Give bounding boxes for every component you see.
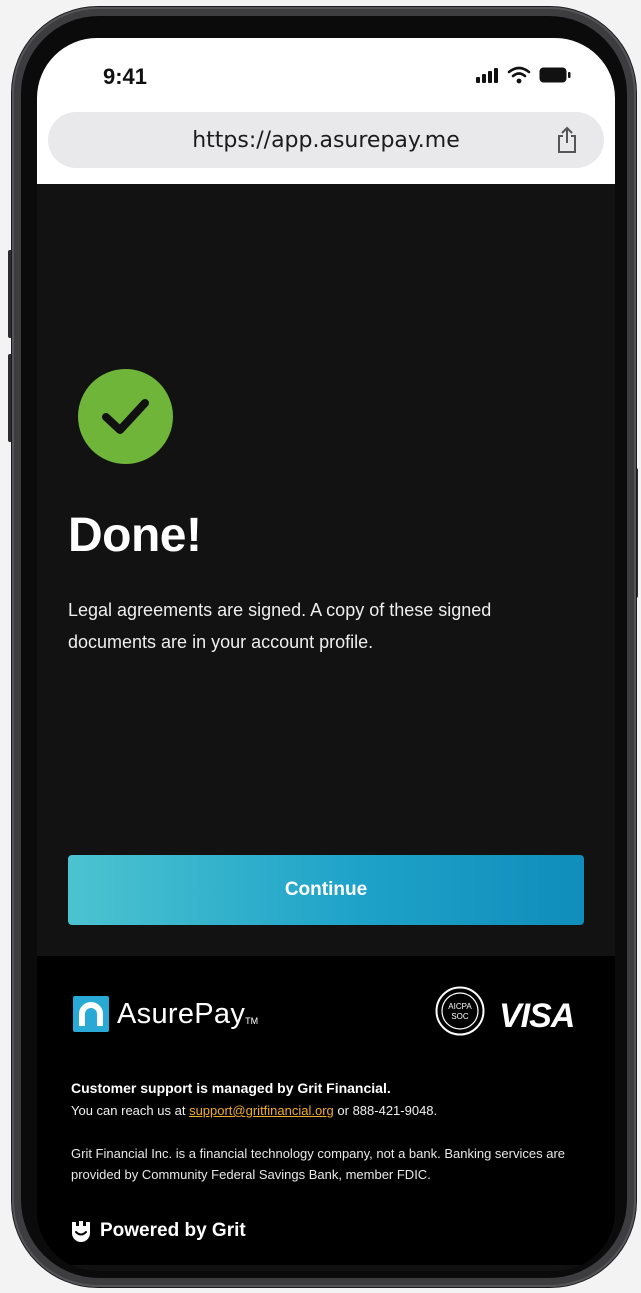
signal-bars-icon xyxy=(476,68,498,83)
asurepay-logo-icon xyxy=(73,996,109,1032)
support-email-link[interactable]: support@gritfinancial.org xyxy=(189,1103,334,1118)
browser-chrome: 9:41 https://app.asurepay.me xyxy=(37,38,615,184)
share-icon[interactable] xyxy=(556,126,578,154)
soc-badge-line1: AICPA xyxy=(448,1002,472,1011)
powered-by-text: Powered by Grit xyxy=(100,1220,246,1241)
continue-button[interactable]: Continue xyxy=(68,855,584,925)
soc-badge-line2: SOC xyxy=(451,1012,469,1021)
support-contact: You can reach us at support@gritfinancia… xyxy=(71,1103,437,1118)
asurepay-logo: AsurePay TM xyxy=(73,996,258,1032)
legal-disclaimer: Grit Financial Inc. is a financial techn… xyxy=(71,1146,566,1182)
support-title: Customer support is managed by Grit Fina… xyxy=(71,1080,391,1096)
screen-bottom-edge xyxy=(37,1265,615,1271)
wifi-icon xyxy=(507,66,531,84)
powered-by-grit: Powered by Grit xyxy=(70,1220,246,1242)
address-bar[interactable]: https://app.asurepay.me xyxy=(48,112,604,168)
status-icons xyxy=(475,66,571,84)
device-mockup: 9:41 https://app.asurepay.me Done! Legal… xyxy=(0,0,641,1293)
aicpa-soc-badge: AICPA SOC xyxy=(435,986,485,1036)
brand-name: AsurePay xyxy=(117,997,246,1030)
battery-icon xyxy=(539,67,571,83)
brand-trademark: TM xyxy=(245,1016,259,1026)
visa-logo: VISA xyxy=(499,997,575,1035)
grit-logo-icon xyxy=(72,1221,90,1242)
support-prefix: You can reach us at xyxy=(71,1103,186,1118)
phone-screen: 9:41 https://app.asurepay.me Done! Legal… xyxy=(37,38,615,1271)
page-title: Done! xyxy=(68,509,202,562)
footer: AsurePay TM AICPA SOC VISA Customer supp… xyxy=(37,956,615,1271)
phone-frame: 9:41 https://app.asurepay.me Done! Legal… xyxy=(12,7,636,1287)
check-circle-icon xyxy=(78,369,173,464)
url-text[interactable]: https://app.asurepay.me xyxy=(48,128,604,153)
success-panel: Done! Legal agreements are signed. A cop… xyxy=(37,184,615,956)
support-suffix: or 888-421-9048. xyxy=(337,1103,438,1118)
status-time: 9:41 xyxy=(103,64,148,89)
confirmation-message: Legal agreements are signed. A copy of t… xyxy=(68,600,492,652)
